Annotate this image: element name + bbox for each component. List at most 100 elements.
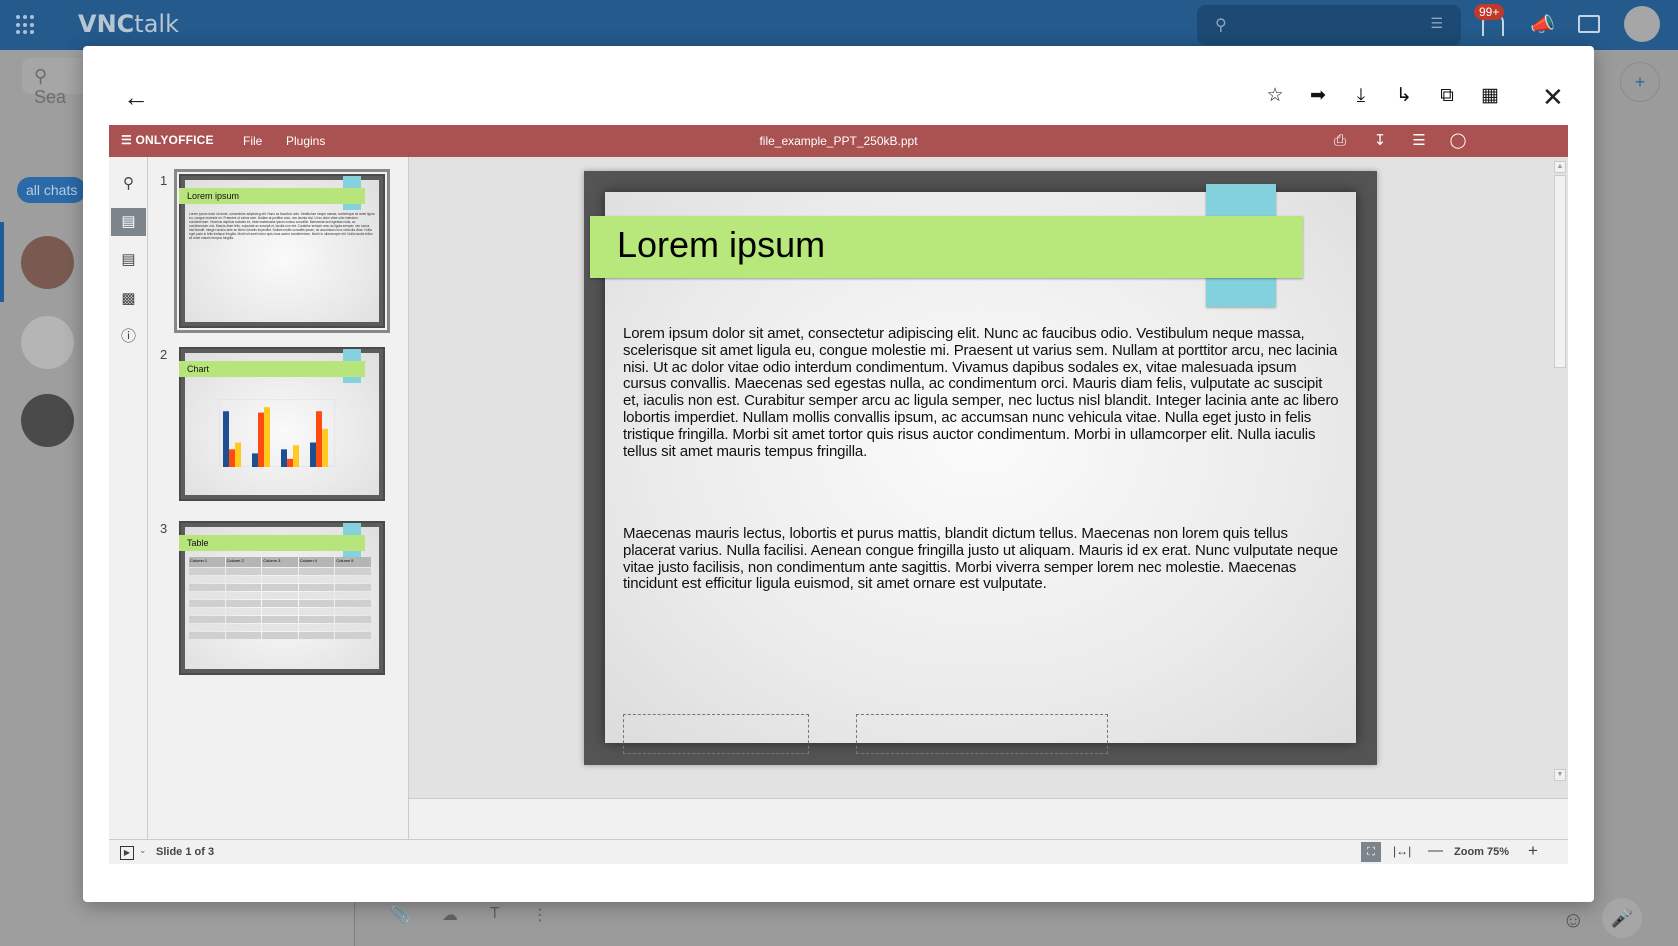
user-avatar[interactable] [1624, 6, 1660, 42]
scroll-down-icon[interactable]: ▼ [1554, 769, 1566, 781]
table-row [189, 576, 371, 583]
comments-icon[interactable]: ▤ [111, 246, 146, 274]
table-header-cell: Column 2 [225, 557, 262, 567]
add-user-button[interactable]: + [1620, 62, 1660, 102]
filter-icon[interactable]: ☰ [1430, 15, 1443, 32]
table-cell [298, 584, 335, 591]
search-icon: ⚲ [1215, 17, 1227, 34]
menu-file[interactable]: File [243, 134, 262, 148]
chart-bar [235, 442, 241, 467]
footer-placeholder[interactable] [856, 714, 1108, 754]
megaphone-icon[interactable]: 📣 [1530, 12, 1555, 37]
microphone-button[interactable]: 🎤 [1602, 898, 1642, 938]
chart-bar [281, 449, 287, 467]
apps-icon[interactable]: ▦ [1478, 84, 1502, 108]
print-icon[interactable]: ⎙ [1331, 132, 1349, 150]
global-search-input[interactable]: ⚲ ☰ [1197, 5, 1461, 45]
slide-paragraph[interactable]: Maecenas mauris lectus, lobortis et puru… [623, 525, 1340, 593]
slides-icon[interactable]: ▤ [111, 208, 146, 236]
chart-bar [310, 442, 316, 467]
file-preview-modal: ← ☆ ➡ ⤓ ↳ ⧉ ▦ ✕ ☰ ONLYOFFICE file_exampl… [83, 46, 1594, 902]
table-cell [335, 616, 371, 623]
composer-toolbar: 📎 ☁ T ⋮ [390, 905, 548, 925]
active-chat-indicator [0, 222, 4, 302]
footer-placeholder[interactable] [623, 714, 809, 754]
fit-width-icon[interactable]: |↔| [1393, 844, 1411, 858]
table-header-row: Column 1 Column 2 Column 3 Column 4 Column 5 [189, 557, 371, 567]
chevron-down-icon[interactable]: ⌄ [139, 845, 147, 856]
status-bar: ▶ ⌄ Slide 1 of 3 ⛶ |↔| — Zoom 75% + [109, 839, 1568, 864]
table-cell [298, 592, 335, 599]
chat-search-input[interactable]: ⚲ Sea [22, 58, 92, 107]
slide-thumbnail-3[interactable]: Table Column 1 Column 2 Column 3 Column 4 Co… [179, 521, 385, 675]
menu-icon[interactable]: ☰ [1410, 132, 1428, 150]
all-chats-filter[interactable]: all chats [17, 177, 87, 203]
table-cell [335, 584, 371, 591]
download-icon[interactable]: ↧ [1371, 132, 1389, 150]
slide-title[interactable]: Lorem ipsum [617, 224, 825, 266]
table-cell [262, 568, 298, 575]
menu-plugins[interactable]: Plugins [286, 134, 325, 148]
table-cell [189, 568, 225, 575]
scrollbar-thumb[interactable] [1554, 175, 1566, 368]
notification-badge: 99+ [1474, 4, 1505, 20]
sidebar-toggle-icon[interactable] [1578, 15, 1600, 33]
table-cell [225, 632, 262, 639]
group-avatar[interactable] [21, 394, 74, 447]
slide-thumbnail-2[interactable]: Chart [179, 347, 385, 501]
slide-thumbnail-1[interactable]: Lorem ipsum Lorem ipsum dolor sit amet, … [174, 169, 390, 333]
thumbnail-number: 2 [160, 347, 168, 362]
group-avatar[interactable] [21, 316, 74, 369]
table-cell [335, 592, 371, 599]
apps-grid-icon[interactable] [16, 15, 36, 35]
table-cell [262, 584, 298, 591]
back-button[interactable]: ← [123, 82, 149, 113]
table-cell [335, 568, 371, 575]
close-button[interactable]: ✕ [1542, 82, 1564, 113]
cloud-icon[interactable]: ☁ [442, 905, 458, 925]
zoom-out-button[interactable]: — [1428, 842, 1443, 859]
thumbnail-title: Chart [179, 361, 365, 377]
emoji-icon[interactable]: ☺ [1562, 907, 1584, 933]
table-cell [298, 624, 335, 631]
reply-icon[interactable]: ↳ [1392, 84, 1416, 108]
table-cell [189, 592, 225, 599]
document-title: file_example_PPT_250kB.ppt [759, 134, 918, 148]
chart-bar [287, 458, 293, 467]
text-format-icon[interactable]: T [490, 905, 500, 925]
table-cell [262, 576, 298, 583]
table-cell [335, 600, 371, 607]
fit-slide-icon[interactable]: ⛶ [1361, 842, 1381, 862]
chart-bar [293, 445, 299, 467]
table-cell [262, 608, 298, 615]
chat-avatar[interactable] [21, 236, 74, 289]
user-circle-icon[interactable]: ◯ [1449, 132, 1467, 150]
table-cell [189, 576, 225, 583]
chart-bar [316, 411, 322, 467]
star-icon[interactable]: ☆ [1263, 84, 1287, 108]
chat-icon[interactable]: ▩ [111, 285, 146, 313]
download-icon[interactable]: ⤓ [1349, 84, 1373, 108]
info-icon[interactable]: ⓘ [111, 323, 146, 351]
table-cell [225, 568, 262, 575]
forward-icon[interactable]: ➡ [1306, 84, 1330, 108]
search-icon[interactable]: ⚲ [111, 170, 146, 198]
chart-bar [252, 453, 258, 467]
table-cell [298, 568, 335, 575]
vertical-scrollbar[interactable]: ▲ ▼ [1554, 161, 1566, 781]
attach-icon[interactable]: 📎 [390, 905, 410, 925]
table-cell [262, 624, 298, 631]
copy-icon[interactable]: ⧉ [1435, 84, 1459, 108]
play-icon[interactable]: ▶ [120, 846, 134, 860]
table-cell [189, 584, 225, 591]
left-toolbar: ⚲ ▤ ▤ ▩ ⓘ [109, 157, 148, 839]
scroll-up-icon[interactable]: ▲ [1554, 161, 1566, 173]
zoom-in-button[interactable]: + [1528, 841, 1538, 861]
chart-bar [229, 449, 235, 467]
more-icon[interactable]: ⋮ [532, 905, 548, 925]
table-cell [298, 608, 335, 615]
table-cell [225, 600, 262, 607]
editor-header: ☰ ONLYOFFICE file_example_PPT_250kB.ppt … [109, 125, 1568, 157]
slide-canvas: Lorem ipsum Lorem ipsum dolor sit amet, … [409, 157, 1568, 799]
slide-paragraph[interactable]: Lorem ipsum dolor sit amet, consectetur … [623, 325, 1340, 460]
